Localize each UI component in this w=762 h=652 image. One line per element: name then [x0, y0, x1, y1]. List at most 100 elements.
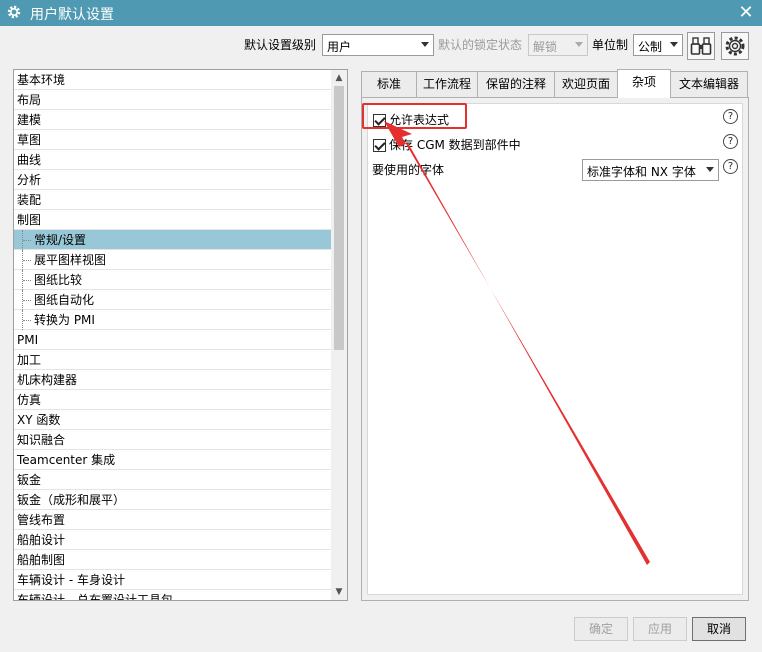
tree-item-label: PMI — [17, 333, 39, 347]
tab-retained-annotations[interactable]: 保留的注释 — [477, 71, 555, 97]
tree-item[interactable]: 制图 — [14, 210, 332, 230]
tree-item[interactable]: 建模 — [14, 110, 332, 130]
tree-item[interactable]: 船舶设计 — [14, 530, 332, 550]
unit-label: 单位制 — [592, 38, 629, 52]
tree-item[interactable]: 图纸自动化 — [14, 290, 332, 310]
tree-item[interactable]: PMI — [14, 330, 332, 350]
tree-item-label: 图纸自动化 — [34, 293, 95, 307]
tree-item-label: 机床构建器 — [17, 373, 78, 387]
tree-item[interactable]: 加工 — [14, 350, 332, 370]
tree-item[interactable]: 布局 — [14, 90, 332, 110]
help-icon[interactable]: ? — [723, 134, 738, 149]
close-button[interactable]: ✕ — [736, 2, 756, 23]
tree-item-label: 知识融合 — [17, 433, 66, 447]
settings-panel: 允许表达式 ? 保存 CGM 数据到部件中 ? 要使用的字体 标准字体和 NX … — [361, 97, 749, 601]
tree-item[interactable]: 展平图样视图 — [14, 250, 332, 270]
tab-standard[interactable]: 标准 — [361, 71, 417, 97]
tree-item[interactable]: 管线布置 — [14, 510, 332, 530]
tree-item-label: 车辆设计 - 总布置设计工具包 — [17, 593, 173, 601]
chevron-down-icon — [670, 42, 678, 47]
font-select[interactable]: 标准字体和 NX 字体 — [582, 159, 719, 181]
ok-button[interactable]: 确定 — [574, 617, 628, 641]
save-cgm-label: 保存 CGM 数据到部件中 — [389, 138, 521, 152]
tree-item[interactable]: 转换为 PMI — [14, 310, 332, 330]
tree-item-label: 钣金 — [17, 473, 42, 487]
tree-item-label: 船舶制图 — [17, 553, 66, 567]
level-select[interactable]: 用户 — [322, 34, 434, 56]
tree-item-label: 管线布置 — [17, 513, 66, 527]
lock-select: 解锁 — [528, 34, 588, 56]
tree-item-label: 常规/设置 — [34, 233, 87, 247]
font-label: 要使用的字体 — [372, 163, 445, 177]
tree-item-label: 曲线 — [17, 153, 42, 167]
allow-expressions-label: 允许表达式 — [389, 113, 450, 127]
window-title: 用户默认设置 — [30, 7, 114, 23]
level-value: 用户 — [327, 40, 352, 54]
tab-misc[interactable]: 杂项 — [617, 69, 671, 98]
tree-item-label: 建模 — [17, 113, 42, 127]
allow-expressions-checkbox[interactable] — [373, 114, 386, 127]
chevron-up-icon[interactable]: ▲ — [331, 70, 347, 86]
gear-icon — [7, 5, 21, 19]
tree-item-label: 转换为 PMI — [34, 313, 95, 327]
tree-item[interactable]: 常规/设置 — [14, 230, 332, 250]
scrollbar-thumb[interactable] — [334, 86, 344, 350]
tree-item-label: 船舶设计 — [17, 533, 66, 547]
cancel-button[interactable]: 取消 — [692, 617, 746, 641]
find-button[interactable] — [687, 32, 715, 60]
tree-item[interactable]: 装配 — [14, 190, 332, 210]
tree-item-label: 制图 — [17, 213, 42, 227]
gear-icon — [725, 36, 745, 56]
chevron-down-icon — [575, 42, 583, 47]
settings-content: 允许表达式 ? 保存 CGM 数据到部件中 ? 要使用的字体 标准字体和 NX … — [367, 103, 743, 595]
title-bar: 用户默认设置 ✕ — [0, 0, 762, 26]
save-cgm-checkbox[interactable] — [373, 139, 386, 152]
tree-item[interactable]: 机床构建器 — [14, 370, 332, 390]
binoculars-icon — [690, 37, 712, 55]
unit-value: 公制 — [638, 40, 663, 54]
tree-item[interactable]: 曲线 — [14, 150, 332, 170]
chevron-down-icon — [421, 42, 429, 47]
tree-scrollbar[interactable]: ▲ ▼ — [331, 70, 347, 600]
tree-item[interactable]: 钣金 — [14, 470, 332, 490]
tree-item-label: 基本环境 — [17, 73, 66, 87]
tree-item-label: 仿真 — [17, 393, 42, 407]
tree-item-label: 车辆设计 - 车身设计 — [17, 573, 125, 587]
tree-item[interactable]: 知识融合 — [14, 430, 332, 450]
tree-item[interactable]: 草图 — [14, 130, 332, 150]
level-label: 默认设置级别 — [244, 38, 317, 52]
tree-item[interactable]: Teamcenter 集成 — [14, 450, 332, 470]
tree-item-label: 布局 — [17, 93, 42, 107]
apply-button[interactable]: 应用 — [633, 617, 687, 641]
unit-select[interactable]: 公制 — [633, 34, 683, 56]
lock-value: 解锁 — [533, 40, 558, 54]
tree-item-label: 装配 — [17, 193, 42, 207]
tree-item-label: 分析 — [17, 173, 42, 187]
tab-welcome-page[interactable]: 欢迎页面 — [554, 71, 618, 97]
tab-workflow[interactable]: 工作流程 — [416, 71, 478, 97]
tree-item-label: 图纸比较 — [34, 273, 83, 287]
category-tree[interactable]: 基本环境布局建模草图曲线分析装配制图常规/设置展平图样视图图纸比较图纸自动化转换… — [13, 69, 348, 601]
tree-item[interactable]: 车辆设计 - 车身设计 — [14, 570, 332, 590]
tree-item-label: 钣金（成形和展平） — [17, 493, 126, 507]
tree-item[interactable]: 图纸比较 — [14, 270, 332, 290]
help-icon[interactable]: ? — [723, 159, 738, 174]
tree-item-label: 加工 — [17, 353, 42, 367]
chevron-down-icon[interactable]: ▼ — [331, 584, 347, 600]
tree-item-label: XY 函数 — [17, 413, 61, 427]
chevron-down-icon — [706, 167, 714, 172]
tree-item[interactable]: 分析 — [14, 170, 332, 190]
tree-item[interactable]: 钣金（成形和展平） — [14, 490, 332, 510]
tree-item-label: Teamcenter 集成 — [17, 453, 116, 467]
tree-item[interactable]: 基本环境 — [14, 70, 332, 90]
tab-text-editor[interactable]: 文本编辑器 — [670, 71, 748, 97]
lock-label: 默认的锁定状态 — [438, 38, 523, 52]
help-icon[interactable]: ? — [723, 109, 738, 124]
settings-button[interactable] — [721, 32, 749, 60]
tree-item-label: 草图 — [17, 133, 42, 147]
tree-item[interactable]: XY 函数 — [14, 410, 332, 430]
tree-item[interactable]: 车辆设计 - 总布置设计工具包 — [14, 590, 332, 601]
tree-item[interactable]: 仿真 — [14, 390, 332, 410]
font-value: 标准字体和 NX 字体 — [587, 165, 696, 179]
tree-item[interactable]: 船舶制图 — [14, 550, 332, 570]
